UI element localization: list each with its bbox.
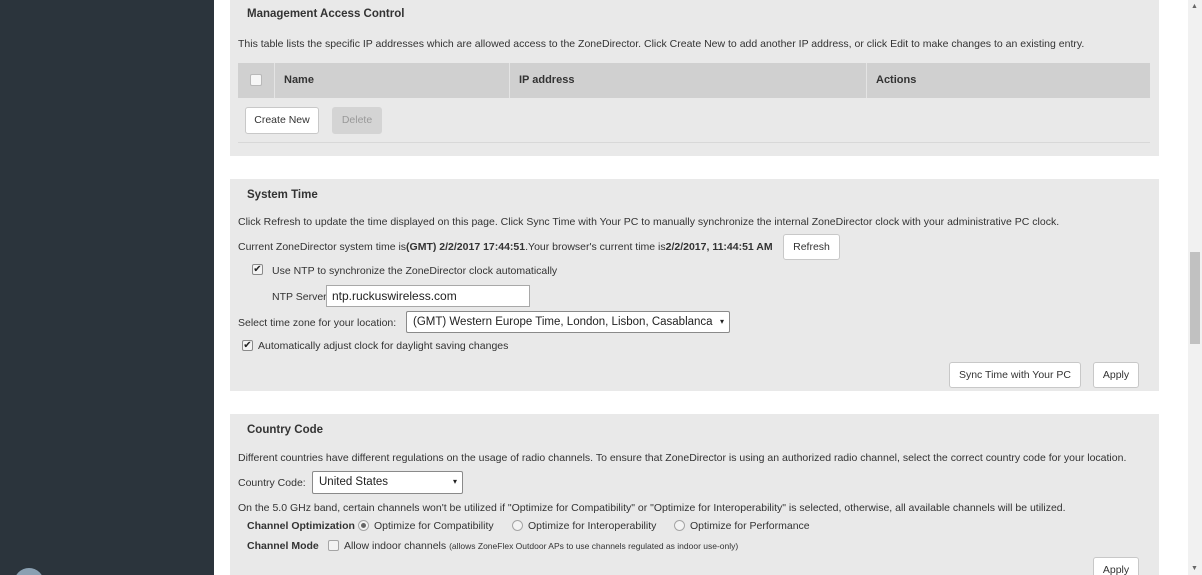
delete-button[interactable]: Delete [332,107,382,134]
current-time-prefix: Current ZoneDirector system time is [238,241,407,253]
refresh-button[interactable]: Refresh [783,234,840,260]
system-time-title: System Time [247,189,318,201]
country-code-apply-button[interactable]: Apply [1093,557,1139,575]
optimize-interoperability-label: Optimize for Interoperability [528,520,657,532]
column-divider [509,63,510,98]
ntp-server-input[interactable]: ntp.ruckuswireless.com [326,285,530,307]
management-access-panel: Management Access Control This table lis… [230,0,1159,156]
country-code-panel: Country Code Different countries have di… [230,414,1159,575]
country-code-title: Country Code [247,424,324,436]
channel-mode-label: Channel Mode [247,540,319,552]
system-time-panel: System Time Click Refresh to update the … [230,179,1159,391]
ntp-server-label: NTP Server* [272,291,331,303]
divider [238,142,1150,143]
column-divider [274,63,275,98]
country-code-description: Different countries have different regul… [238,452,1127,464]
column-actions: Actions [876,74,917,86]
system-time-description: Click Refresh to update the time display… [238,216,1060,228]
radio-optimize-compatibility[interactable] [358,520,369,531]
scroll-up-icon[interactable]: ▲ [1191,3,1198,10]
channel-optimization-label: Channel Optimization [247,520,355,532]
optimize-compatibility-label: Optimize for Compatibility [374,520,494,532]
timezone-label: Select time zone for your location: [238,317,397,329]
band-note: On the 5.0 GHz band, certain channels wo… [238,502,1066,514]
avatar[interactable] [14,568,44,575]
chevron-down-icon: ▾ [452,477,457,486]
management-access-title: Management Access Control [247,8,405,20]
timezone-select[interactable]: (GMT) Western Europe Time, London, Lisbo… [406,311,730,333]
browser-time: 2/2/2017, 11:44:51 AM [665,241,773,253]
column-divider [866,63,867,98]
current-time-line: Current ZoneDirector system time is(GMT)… [238,241,773,253]
indoor-channels-text: Allow indoor channels [344,540,447,552]
select-all-checkbox[interactable] [250,74,262,86]
create-new-button[interactable]: Create New [245,107,319,134]
dst-checkbox-label: Automatically adjust clock for daylight … [258,340,509,352]
indoor-channels-label: Allow indoor channels (allows ZoneFlex O… [344,540,738,552]
current-system-time: (GMT) 2/2/2017 17:44:51 [406,241,526,253]
access-table-header: Name IP address Actions [238,63,1150,98]
scrollbar-thumb[interactable] [1190,252,1200,344]
country-code-select[interactable]: United States ▾ [312,471,463,494]
management-access-description: This table lists the specific IP address… [238,38,1085,50]
vertical-scrollbar[interactable]: ▲ ▼ [1188,0,1202,575]
country-code-label: Country Code: [238,477,306,489]
radio-optimize-interoperability[interactable] [512,520,523,531]
chevron-down-icon: ▾ [719,317,724,326]
main-content: Management Access Control This table lis… [214,0,1188,575]
timezone-value: (GMT) Western Europe Time, London, Lisbo… [413,316,713,328]
dst-checkbox[interactable]: ✔ [242,340,253,351]
sync-time-button[interactable]: Sync Time with Your PC [949,362,1081,388]
radio-optimize-performance[interactable] [674,520,685,531]
column-name[interactable]: Name [284,74,314,86]
system-time-apply-button[interactable]: Apply [1093,362,1139,388]
sidebar [0,0,214,575]
indoor-channels-note: (allows ZoneFlex Outdoor APs to use chan… [449,541,739,551]
ntp-checkbox-label: Use NTP to synchronize the ZoneDirector … [272,265,558,277]
browser-time-prefix: .Your browser's current time is [525,241,666,253]
column-ip-address[interactable]: IP address [519,74,574,86]
scroll-down-icon[interactable]: ▼ [1191,565,1198,572]
ntp-checkbox[interactable]: ✔ [252,264,263,275]
country-code-value: United States [319,476,389,488]
indoor-channels-checkbox[interactable] [328,540,339,551]
optimize-performance-label: Optimize for Performance [690,520,810,532]
